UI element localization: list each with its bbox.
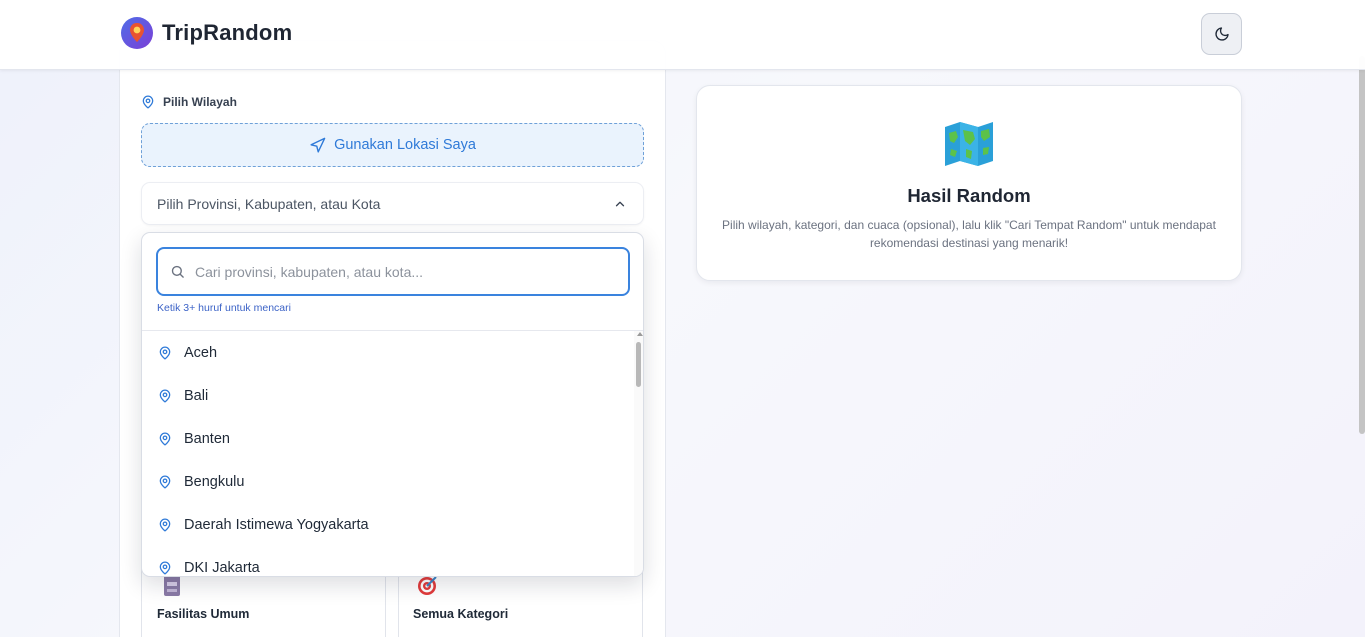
app-header: TripRandom — [0, 0, 1365, 70]
map-pin-icon — [142, 95, 154, 109]
use-my-location-label: Gunakan Lokasi Saya — [334, 137, 476, 153]
region-search-box[interactable] — [156, 247, 630, 296]
app-title: TripRandom — [162, 20, 293, 45]
location-section-label: Pilih Wilayah — [141, 95, 237, 109]
region-search-input[interactable] — [195, 263, 595, 280]
region-option-label: Bali — [184, 387, 209, 404]
result-description: Pilih wilayah, kategori, dan cuaca (opsi… — [722, 218, 1216, 250]
app-logo[interactable]: TripRandom — [120, 16, 292, 50]
region-option-label: Bengkulu — [184, 473, 245, 490]
map-pin-icon — [159, 475, 171, 488]
region-option[interactable]: DKI Jakarta — [142, 546, 634, 576]
page-scrollbar[interactable] — [1359, 56, 1365, 434]
logo-pin-icon — [121, 17, 153, 49]
scroll-up-arrow-icon[interactable] — [637, 332, 643, 336]
search-hint: Ketik 3+ huruf untuk mencari — [157, 302, 291, 314]
region-option[interactable]: Daerah Istimewa Yogyakarta — [142, 503, 634, 546]
map-pin-icon — [159, 432, 171, 445]
region-option-label: Daerah Istimewa Yogyakarta — [184, 516, 369, 533]
region-option[interactable]: Aceh — [142, 331, 634, 374]
region-option[interactable]: Banten — [142, 417, 634, 460]
map-pin-icon — [159, 518, 171, 531]
map-pin-icon — [159, 561, 171, 574]
use-my-location-button[interactable]: Gunakan Lokasi Saya — [141, 123, 644, 167]
region-select-placeholder: Pilih Provinsi, Kabupaten, atau Kota — [157, 195, 381, 212]
region-option-label: Banten — [184, 430, 230, 447]
world-map-icon — [945, 122, 993, 166]
region-select[interactable]: Pilih Provinsi, Kabupaten, atau Kota — [141, 182, 644, 225]
location-label-text: Pilih Wilayah — [163, 95, 237, 109]
region-options-list: Aceh Bali Banten Bengkulu Daerah Istimew… — [142, 331, 634, 576]
chevron-up-icon — [615, 201, 625, 207]
search-icon — [171, 265, 184, 278]
category-label: Semua Kategori — [413, 607, 509, 621]
region-option[interactable]: Bali — [142, 374, 634, 417]
moon-icon — [1214, 27, 1229, 41]
region-option[interactable]: Bengkulu — [142, 460, 634, 503]
category-label: Fasilitas Umum — [157, 607, 250, 621]
map-pin-icon — [159, 389, 171, 402]
target-icon — [418, 576, 437, 595]
region-option-label: DKI Jakarta — [184, 559, 260, 576]
region-dropdown: Ketik 3+ huruf untuk mencari Aceh Bali B… — [141, 232, 644, 577]
atm-icon — [164, 574, 180, 596]
theme-toggle-button[interactable] — [1201, 13, 1242, 55]
result-title: Hasil Random — [907, 185, 1031, 206]
map-pin-icon — [159, 346, 171, 359]
region-option-label: Aceh — [184, 344, 218, 361]
dropdown-scroll-thumb[interactable] — [636, 342, 641, 387]
navigation-arrow-icon — [310, 137, 326, 153]
